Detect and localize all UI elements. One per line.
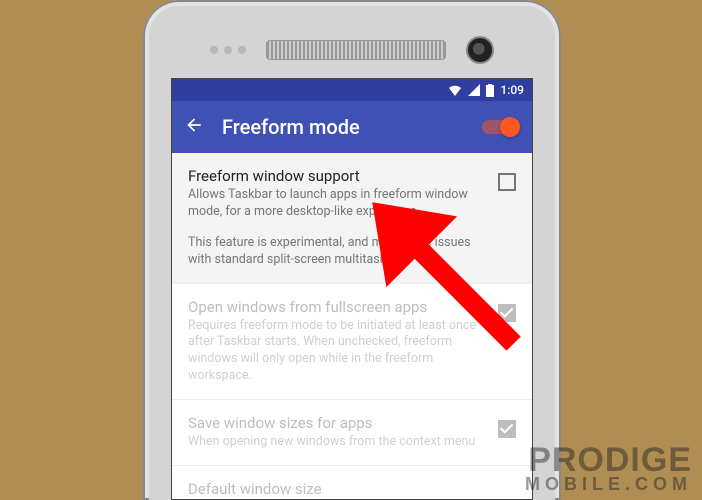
checkbox-checked-icon: [498, 304, 516, 322]
setting-save-sizes: Save window sizes for apps When opening …: [172, 400, 532, 466]
setting-subtitle: When opening new windows from the contex…: [188, 434, 486, 451]
status-bar: 1:09: [172, 79, 532, 101]
master-toggle[interactable]: [482, 117, 520, 137]
setting-title: Open windows from fullscreen apps: [188, 298, 486, 316]
front-camera: [466, 36, 494, 64]
signal-icon: [468, 84, 480, 96]
wifi-icon: [448, 84, 462, 96]
watermark-line2: MOBILE.COM: [525, 476, 692, 492]
page-title: Freeform mode: [222, 115, 464, 139]
battery-icon: [486, 84, 494, 97]
setting-subtitle: Allows Taskbar to launch apps in freefor…: [188, 187, 486, 221]
watermark-line1: PRODIGE: [525, 445, 692, 476]
setting-default-size[interactable]: Default window size Standard: [172, 466, 532, 500]
setting-subtitle: Requires freeform mode to be initiated a…: [188, 318, 486, 386]
phone-inner: 1:09 Freeform mode Freeform window suppo…: [149, 6, 555, 500]
settings-list: Freeform window support Allows Taskbar t…: [172, 153, 532, 500]
checkbox-checked-icon: [498, 420, 516, 438]
setting-open-windows: Open windows from fullscreen apps Requir…: [172, 284, 532, 401]
checkbox-unchecked-icon[interactable]: [498, 173, 516, 191]
setting-title: Save window sizes for apps: [188, 414, 486, 432]
sensor-dots: [210, 46, 246, 54]
setting-title: Freeform window support: [188, 167, 486, 185]
app-bar: Freeform mode: [172, 101, 532, 153]
status-time: 1:09: [500, 83, 524, 97]
back-arrow-icon[interactable]: [184, 115, 204, 139]
setting-note: This feature is experimental, and may ca…: [188, 235, 486, 269]
screen: 1:09 Freeform mode Freeform window suppo…: [171, 78, 533, 500]
setting-freeform-support[interactable]: Freeform window support Allows Taskbar t…: [172, 153, 532, 284]
setting-title: Default window size: [188, 480, 504, 498]
speaker-grille: [266, 40, 446, 60]
phone-hardware-top: [149, 36, 555, 64]
watermark: PRODIGE MOBILE.COM: [525, 445, 692, 492]
phone-frame: 1:09 Freeform mode Freeform window suppo…: [143, 0, 561, 500]
